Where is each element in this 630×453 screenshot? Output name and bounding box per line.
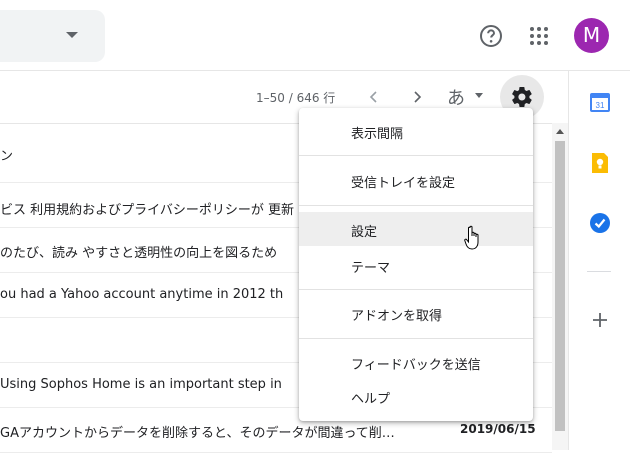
hand-cursor-icon	[464, 225, 479, 250]
email-snippet: ビス 利用規約およびプライバシーポリシーが 更新	[0, 203, 295, 218]
email-snippet: ou had a Yahoo account anytime in 2012 t…	[0, 287, 284, 302]
menu-item-theme[interactable]: テーマ	[299, 248, 533, 282]
menu-divider	[299, 155, 533, 156]
menu-divider	[299, 289, 533, 290]
search-box[interactable]	[0, 10, 105, 62]
chevron-left-icon[interactable]	[365, 88, 383, 106]
avatar[interactable]: M	[574, 18, 609, 53]
scroll-up-arrow-icon[interactable]	[556, 129, 564, 134]
svg-text:31: 31	[596, 101, 605, 110]
email-snippet: のたび、読み やすさと透明性の向上を図るため	[0, 246, 278, 261]
settings-menu: 表示間隔 受信トレイを設定 設定 テーマ アドオンを取得 フィードバックを送信 …	[299, 108, 533, 421]
input-tools-button[interactable]: あ	[447, 84, 465, 110]
tasks-icon[interactable]	[589, 212, 611, 234]
list-scrollbar[interactable]	[552, 123, 568, 450]
chevron-down-icon[interactable]	[66, 32, 78, 38]
help-icon[interactable]	[479, 24, 503, 48]
keep-icon[interactable]	[589, 152, 611, 174]
side-panel-divider	[587, 271, 611, 272]
menu-item-inbox-settings[interactable]: 受信トレイを設定	[299, 163, 533, 197]
plus-icon[interactable]	[589, 309, 611, 331]
menu-item-get-addons[interactable]: アドオンを取得	[299, 296, 533, 330]
chevron-right-icon[interactable]	[408, 88, 426, 106]
apps-icon[interactable]	[527, 24, 551, 48]
menu-divider	[299, 338, 533, 339]
pagination-count: 1–50 / 646 行	[256, 91, 336, 105]
gear-icon	[512, 86, 532, 108]
top-header: M	[0, 0, 630, 71]
menu-item-density[interactable]: 表示間隔	[299, 114, 533, 148]
menu-divider	[299, 205, 533, 206]
menu-item-settings[interactable]: 設定	[299, 212, 533, 246]
side-panel: 31	[568, 71, 630, 450]
email-snippet: Using Sophos Home is an important step i…	[0, 377, 282, 392]
email-snippet: GAアカウントからデータを削除すると、そのデータが間違って削…	[0, 426, 395, 441]
calendar-icon[interactable]: 31	[589, 91, 611, 113]
email-date: 2019/06/15	[460, 422, 536, 436]
scroll-thumb[interactable]	[555, 141, 565, 431]
menu-item-help[interactable]: ヘルプ	[299, 379, 533, 413]
menu-item-send-feedback[interactable]: フィードバックを送信	[299, 345, 533, 379]
email-snippet: ン	[0, 149, 14, 164]
chevron-down-icon[interactable]	[475, 93, 483, 98]
